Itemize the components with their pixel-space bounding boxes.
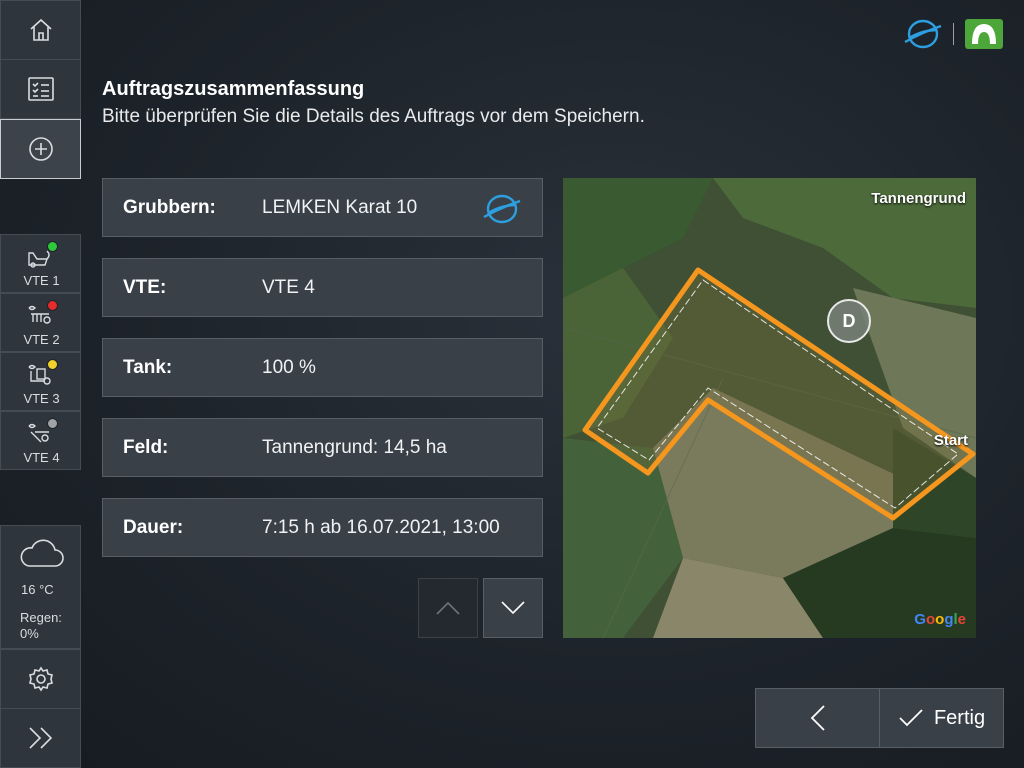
detail-row-vte: VTE: VTE 4: [102, 258, 543, 317]
field-boundary: [582, 267, 976, 521]
done-label: Fertig: [933, 706, 986, 729]
field-map[interactable]: D Tannengrund Start Google: [563, 178, 976, 638]
double-chevron-right-icon: [28, 727, 52, 749]
map-field-name: Tannengrund: [871, 190, 966, 207]
page-subtitle: Bitte überprüfen Sie die Details des Auf…: [102, 106, 645, 127]
google-attribution: Google: [914, 611, 966, 628]
lemken-logo-icon: [482, 193, 522, 230]
detail-row-implement: Grubbern: LEMKEN Karat 10: [102, 178, 543, 237]
chevron-down-icon: [501, 601, 525, 615]
detail-label: Dauer:: [123, 517, 184, 538]
detail-value: 7:15 h ab 16.07.2021, 13:00: [262, 517, 500, 538]
marker-d[interactable]: D: [827, 299, 871, 343]
home-button[interactable]: [0, 0, 81, 60]
sidebar: VTE 1 VTE 2 VTE 3 VTE 4 16 °C Regen: 0%: [0, 0, 82, 768]
vte-status-dot: [47, 300, 58, 311]
chevron-left-icon: [810, 705, 825, 731]
krone-logo-icon: [965, 19, 1003, 49]
lemken-logo-icon: [904, 19, 942, 49]
detail-label: Grubbern:: [123, 197, 216, 218]
temperature: 16 °C: [21, 582, 54, 597]
brand-logos: [903, 18, 1004, 50]
start-label: Start: [933, 432, 968, 449]
detail-value: LEMKEN Karat 10: [262, 197, 418, 218]
page-title: Auftragszusammenfassung: [102, 78, 365, 100]
vte-status-dot: [47, 241, 58, 252]
vte-label: VTE 1: [23, 273, 60, 288]
detail-label: Tank:: [123, 357, 173, 378]
checklist-icon: [27, 77, 54, 101]
detail-label: VTE:: [123, 277, 167, 298]
back-button[interactable]: [755, 688, 880, 748]
vte-status-dot: [47, 418, 58, 429]
detail-value: Tannengrund: 14,5 ha: [262, 437, 447, 458]
scroll-down-button[interactable]: [483, 578, 543, 638]
new-order-button[interactable]: [0, 119, 81, 179]
check-icon: [899, 709, 923, 727]
cloud-icon: [20, 539, 64, 567]
detail-value: 100 %: [262, 357, 316, 378]
vte-3-button[interactable]: VTE 3: [0, 352, 81, 411]
expand-sidebar-button[interactable]: [0, 708, 81, 768]
vte-2-button[interactable]: VTE 2: [0, 293, 81, 352]
add-circle-icon: [28, 137, 53, 161]
detail-label: Feld:: [123, 437, 169, 458]
rain-probability: Regen: 0%: [20, 610, 62, 641]
chevron-up-icon: [436, 601, 460, 615]
home-icon: [29, 18, 52, 41]
vte-label: VTE 2: [23, 332, 60, 347]
vte-1-button[interactable]: VTE 1: [0, 234, 81, 293]
scroll-up-button[interactable]: [418, 578, 478, 638]
vte-label: VTE 4: [23, 450, 60, 465]
vte-status-dot: [47, 359, 58, 370]
settings-button[interactable]: [0, 649, 81, 709]
detail-row-tank: Tank: 100 %: [102, 338, 543, 397]
logo-separator: [953, 23, 954, 45]
detail-value: VTE 4: [262, 277, 315, 298]
weather-panel[interactable]: 16 °C Regen: 0%: [0, 525, 81, 649]
vte-4-button[interactable]: VTE 4: [0, 411, 81, 470]
detail-row-field: Feld: Tannengrund: 14,5 ha: [102, 418, 543, 477]
detail-row-duration: Dauer: 7:15 h ab 16.07.2021, 13:00: [102, 498, 543, 557]
vte-label: VTE 3: [23, 391, 60, 406]
done-button[interactable]: Fertig: [879, 688, 1004, 748]
orders-button[interactable]: [0, 59, 81, 119]
gear-icon: [28, 666, 53, 692]
